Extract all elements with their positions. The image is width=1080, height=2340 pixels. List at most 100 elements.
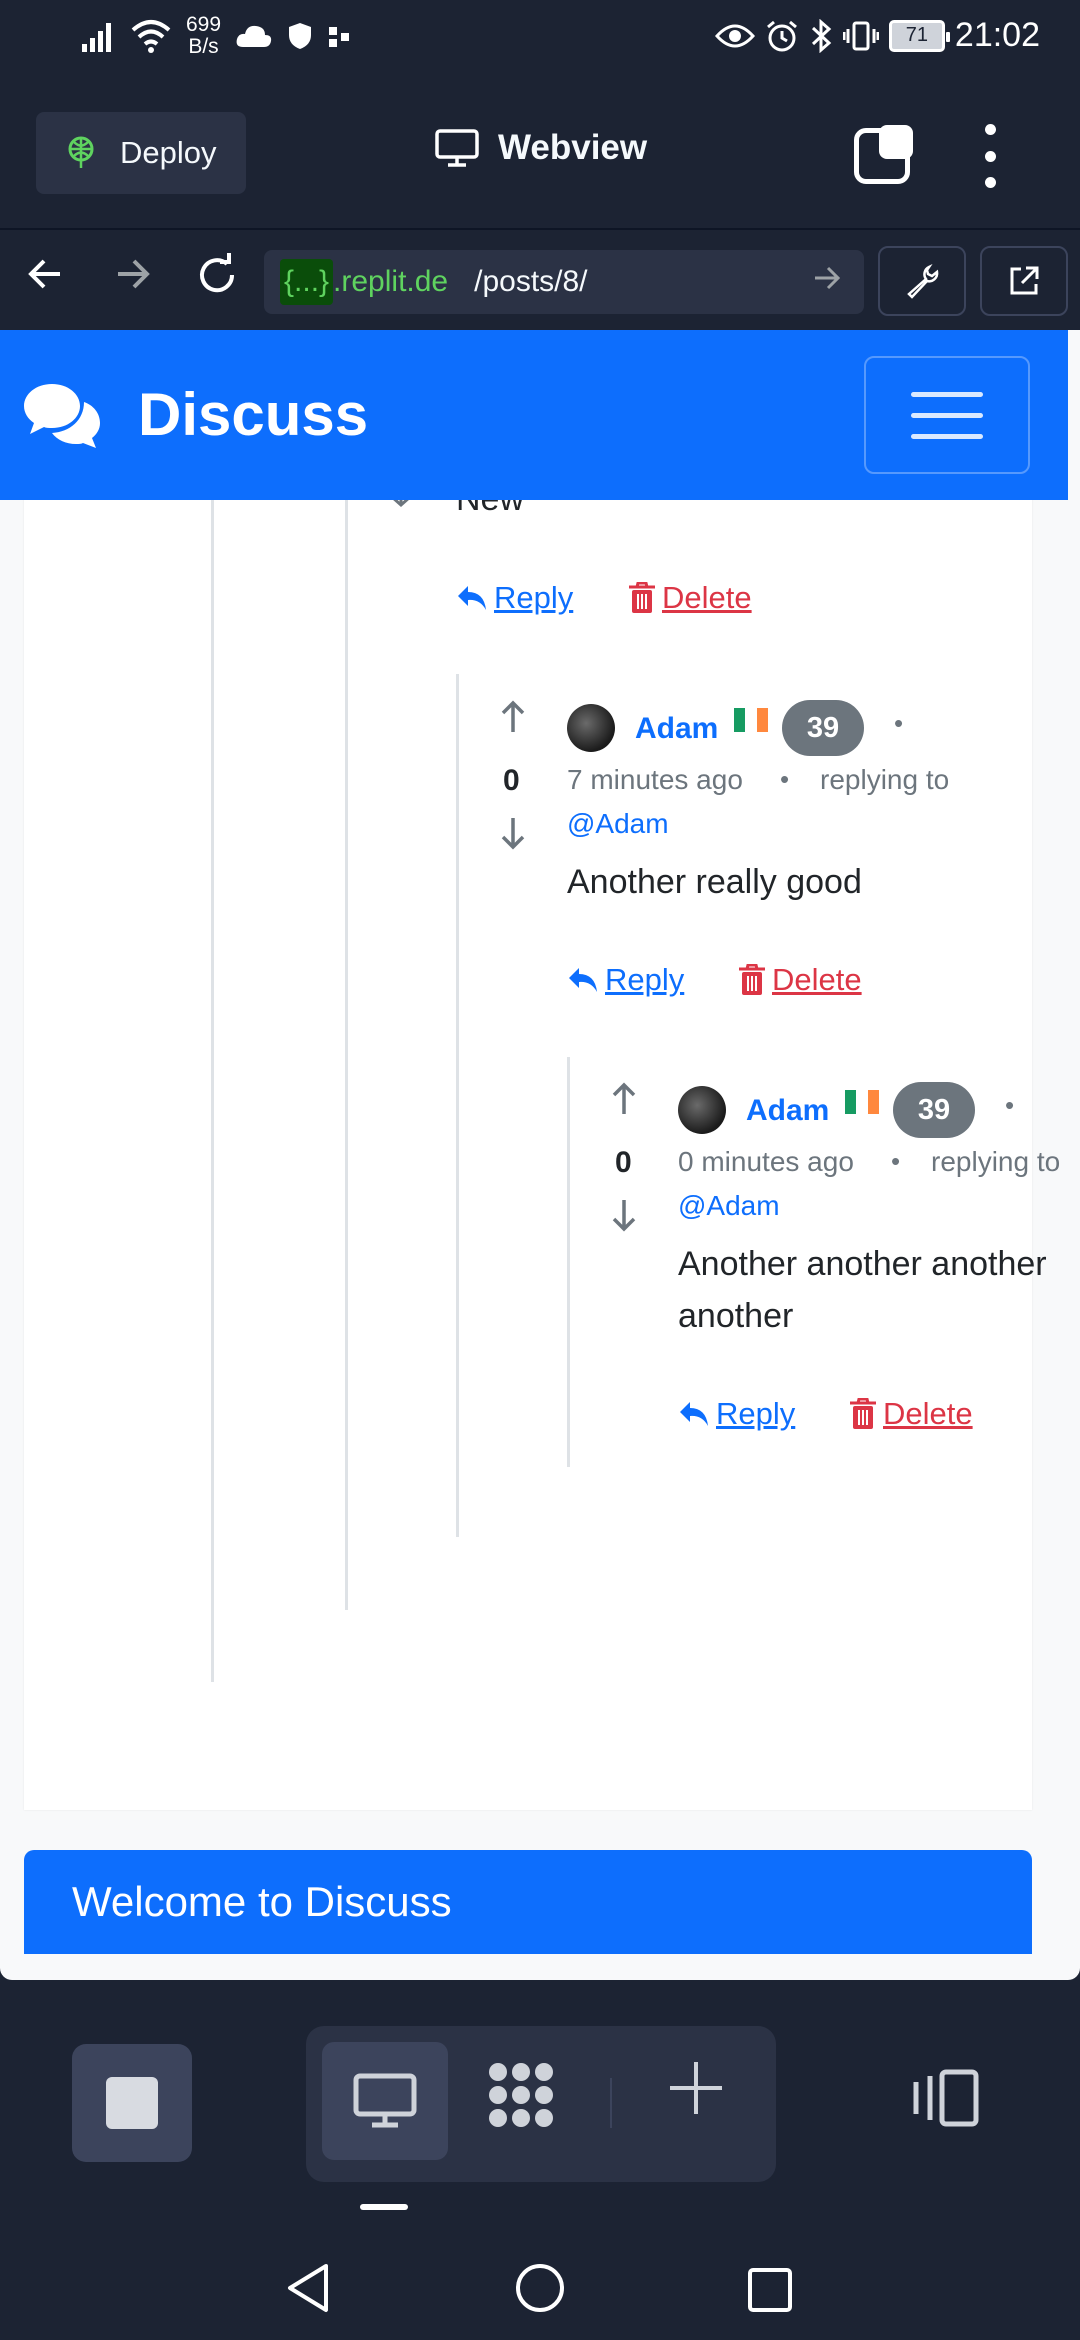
delete-link[interactable]: Delete	[849, 1396, 973, 1432]
author-name[interactable]: Adam	[746, 1094, 829, 1128]
cloud-icon	[236, 25, 272, 47]
devtools-button[interactable]	[878, 246, 966, 316]
replit-header: Deploy Webview	[0, 72, 1080, 228]
external-link-icon	[1010, 266, 1039, 295]
webview-title: Webview	[434, 128, 647, 168]
forward-icon[interactable]	[112, 252, 152, 307]
vibrate-icon	[842, 21, 879, 50]
battery-indicator: 71	[888, 19, 950, 52]
trash-icon	[629, 582, 655, 613]
bluetooth-icon	[811, 18, 832, 53]
thread-line-4	[567, 1057, 570, 1467]
reply-link[interactable]: Reply	[678, 1396, 795, 1432]
url-bar: {...} .replit.de /posts/8/	[0, 228, 1080, 328]
replit-bottom-bar	[0, 1980, 1080, 2340]
site-navbar: Discuss	[0, 330, 1068, 500]
vote-count: 0	[503, 764, 520, 797]
ireland-flag-icon	[845, 1090, 879, 1114]
alarm-icon	[766, 20, 797, 51]
thread-line-1	[211, 330, 214, 1682]
avatar[interactable]	[567, 704, 615, 752]
deploy-icon	[68, 136, 94, 168]
comments-card	[24, 330, 1032, 1810]
url-repl-token: {...}	[280, 259, 334, 305]
webview-content: Discuss New Reply Delete 0 Adam 39 • 7 m…	[0, 330, 1080, 1980]
separator-dot: •	[1005, 1090, 1015, 1120]
reply-icon	[458, 586, 486, 610]
vote-count: 0	[615, 1146, 632, 1179]
divider	[610, 2078, 612, 2128]
clock: 21:02	[954, 16, 1040, 54]
url-path: /posts/8/	[474, 265, 588, 298]
status-bar: 699 B/s 71 21:02	[0, 0, 1080, 72]
add-tool-icon[interactable]	[666, 2054, 726, 2134]
deploy-button[interactable]: Deploy	[36, 112, 246, 194]
status-left: 699 B/s	[80, 14, 353, 58]
delete-link[interactable]: Delete	[738, 962, 862, 998]
thread-line-3	[456, 674, 459, 1537]
network-speed: 699 B/s	[186, 14, 221, 58]
monitor-icon	[435, 129, 479, 167]
trash-icon	[850, 1398, 876, 1429]
replying-to-label: replying to	[931, 1146, 1061, 1177]
home-indicator	[360, 2204, 408, 2210]
url-input[interactable]: {...} .replit.de /posts/8/	[264, 250, 864, 314]
reputation-badge: 39	[782, 700, 864, 756]
reply-link[interactable]: Reply	[567, 962, 684, 998]
separator-dot: •	[894, 708, 904, 738]
wrench-icon	[907, 263, 939, 299]
signal-icon	[82, 23, 111, 52]
separator-dot: •	[780, 764, 790, 794]
mention-link[interactable]: @Adam	[678, 1190, 780, 1222]
reply-icon	[569, 968, 597, 992]
replying-to-label: replying to	[820, 764, 950, 795]
shield-icon	[289, 23, 312, 49]
network-speed-unit: B/s	[188, 35, 219, 58]
reply-link[interactable]: Reply	[456, 580, 573, 616]
tabs-icon[interactable]	[854, 125, 913, 184]
comment-time: 7 minutes ago	[567, 764, 743, 795]
tools-icon[interactable]	[484, 2058, 558, 2147]
panes-icon[interactable]	[910, 2068, 980, 2142]
back-icon[interactable]	[26, 252, 66, 307]
avatar[interactable]	[678, 1086, 726, 1134]
network-speed-value: 699	[186, 13, 222, 36]
stop-button[interactable]	[72, 2044, 192, 2162]
more-menu-icon[interactable]	[980, 124, 1000, 188]
mention-link[interactable]: @Adam	[567, 808, 669, 840]
comment-body: Another really good	[567, 863, 862, 901]
thread-line-2	[345, 330, 348, 1610]
navbar-toggler[interactable]	[864, 356, 1030, 474]
comment-body: Another another another another	[678, 1245, 1047, 1335]
open-new-tab-button[interactable]	[980, 246, 1068, 316]
site-brand[interactable]: Discuss	[22, 380, 368, 449]
system-recents-icon[interactable]	[746, 2262, 794, 2327]
delete-link[interactable]: Delete	[628, 580, 752, 616]
arrow-down-icon[interactable]	[609, 1198, 639, 1241]
reply-icon	[680, 1402, 708, 1426]
arrow-up-icon[interactable]	[609, 1082, 639, 1125]
reputation-badge: 39	[893, 1082, 975, 1138]
url-host: .replit.de	[333, 265, 449, 298]
arrow-up-icon[interactable]	[498, 700, 528, 743]
monitor-icon	[353, 2073, 417, 2128]
ireland-flag-icon	[734, 708, 768, 732]
system-back-icon[interactable]	[284, 2262, 332, 2327]
status-right: 71 21:02	[714, 16, 1040, 55]
go-arrow-icon[interactable]	[812, 263, 842, 301]
wifi-icon	[131, 20, 171, 53]
trash-icon	[739, 964, 765, 995]
separator-dot: •	[891, 1146, 901, 1176]
author-name[interactable]: Adam	[635, 712, 718, 746]
stop-icon	[106, 2077, 158, 2129]
reload-icon[interactable]	[194, 252, 240, 309]
arrow-down-icon[interactable]	[498, 816, 528, 859]
comment-time: 0 minutes ago	[678, 1146, 854, 1177]
system-home-icon[interactable]	[514, 2262, 566, 2327]
cast-icon	[329, 27, 350, 47]
welcome-card-header: Welcome to Discuss	[24, 1850, 1032, 1954]
comments-icon	[24, 383, 100, 448]
webview-tool-button[interactable]	[322, 2042, 448, 2160]
webview-label: Webview	[498, 128, 648, 167]
brand-name: Discuss	[138, 381, 369, 448]
